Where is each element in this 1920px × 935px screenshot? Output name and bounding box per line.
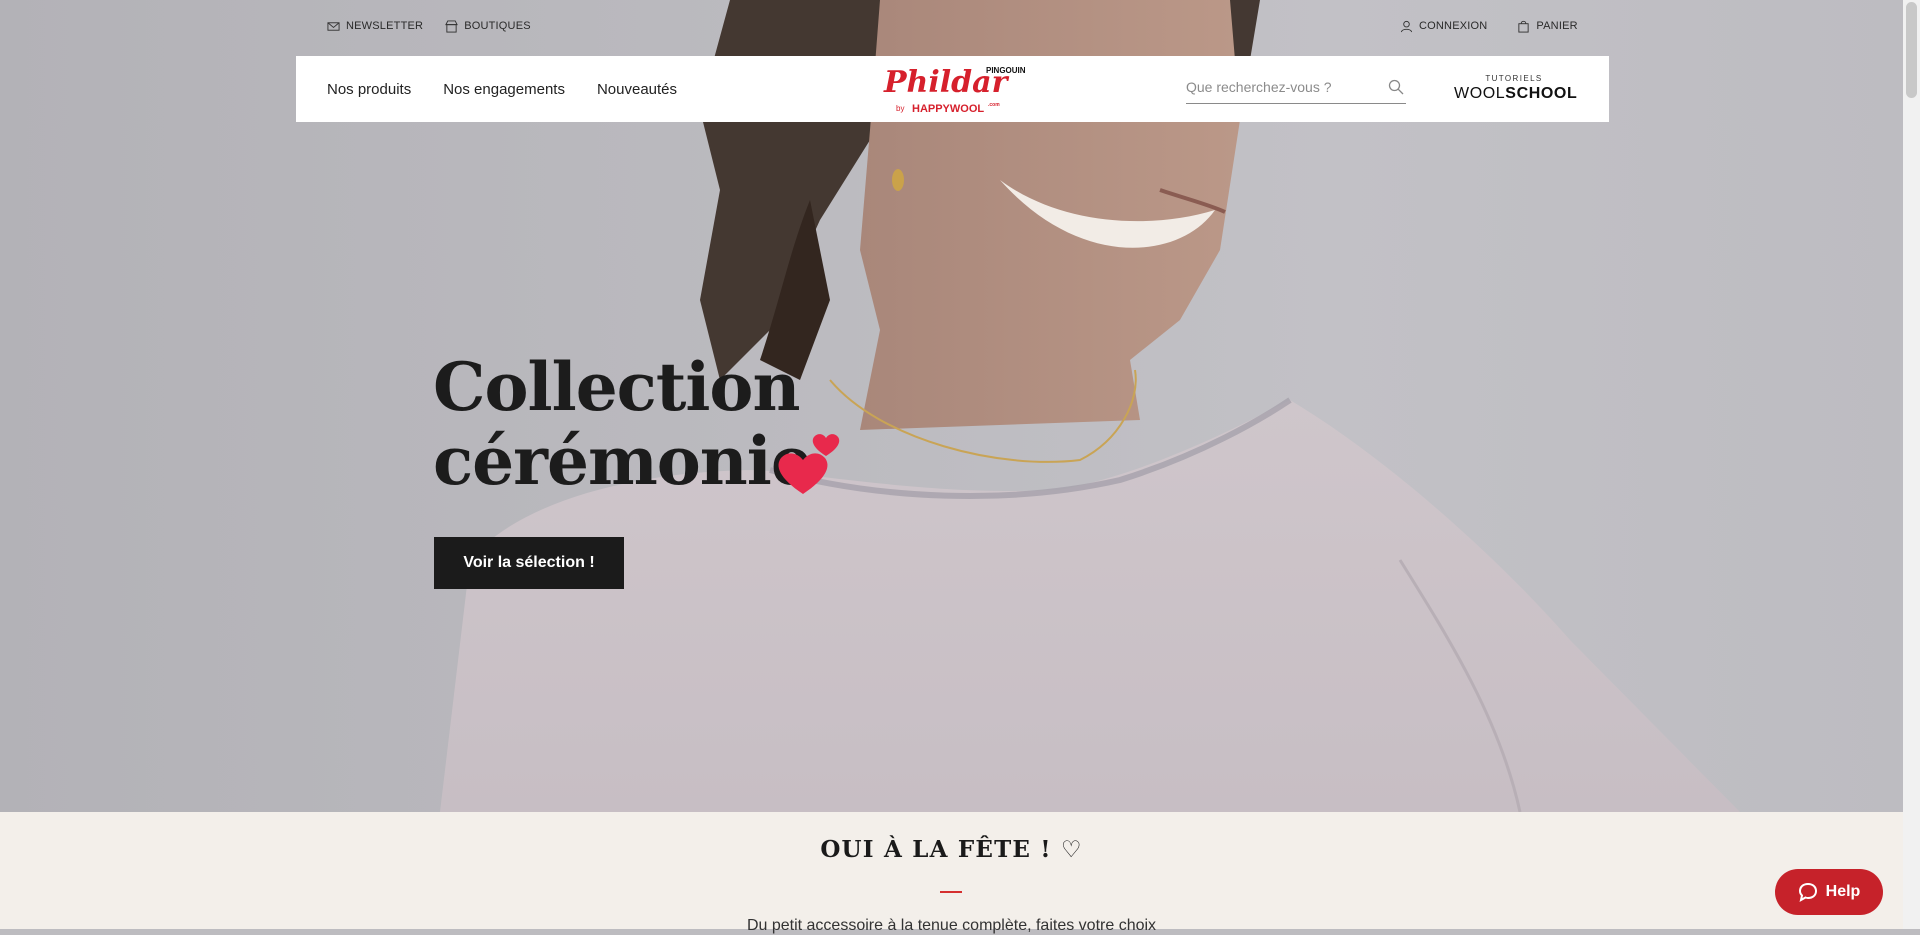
help-button[interactable]: Help: [1775, 869, 1883, 915]
woolschool-caption: TUTORIELS: [1485, 74, 1543, 83]
connexion-label: CONNEXION: [1419, 20, 1488, 32]
woolschool-link[interactable]: TUTORIELS WOOLSCHOOL: [1454, 74, 1578, 103]
scrollbar-thumb[interactable]: [1906, 2, 1917, 98]
bag-icon: [1518, 20, 1530, 33]
boutiques-label: BOUTIQUES: [464, 20, 531, 32]
help-label: Help: [1825, 883, 1861, 900]
voir-selection-button[interactable]: Voir la sélection !: [434, 537, 624, 589]
nav-item-produits[interactable]: Nos produits: [327, 81, 411, 98]
boutiques-link[interactable]: BOUTIQUES: [445, 19, 531, 33]
section-divider: [940, 891, 962, 893]
newsletter-link[interactable]: NEWSLETTER: [327, 20, 423, 33]
section-title: OUI À LA FÊTE ! ♡: [820, 836, 1083, 863]
hero-title-line1: Collection: [433, 348, 800, 426]
search-box[interactable]: [1186, 73, 1406, 104]
nav-item-engagements[interactable]: Nos engagements: [443, 81, 565, 98]
chat-bubble-icon: [1798, 882, 1817, 902]
logo-pingouin-text: PINGOUIN: [986, 66, 1026, 75]
brand-logo[interactable]: Phildar by HAPPYWOOL .com PINGOUIN: [882, 62, 1032, 118]
connexion-link[interactable]: CONNEXION: [1400, 20, 1487, 33]
logo-partner-text: HAPPYWOOL: [912, 103, 984, 115]
utility-bar-right: CONNEXION PANIER: [1400, 16, 1578, 36]
user-icon: [1400, 20, 1413, 32]
main-navbar: Nos produits Nos engagements Nouveautés …: [296, 56, 1609, 122]
utility-bar-left: NEWSLETTER BOUTIQUES: [327, 16, 531, 36]
section-text: Du petit accessoire à la tenue complète,…: [746, 917, 1157, 934]
nav-item-nouveautes[interactable]: Nouveautés: [597, 81, 677, 98]
panier-label: PANIER: [1536, 20, 1578, 32]
logo-partner-suffix: .com: [988, 102, 1000, 108]
scrollbar[interactable]: [1903, 0, 1920, 929]
search-icon[interactable]: [1388, 79, 1404, 95]
woolschool-logo: WOOLSCHOOL: [1454, 85, 1578, 103]
hero-title-line2: cérémonie: [433, 422, 813, 500]
hearts-icon: [778, 434, 840, 494]
store-icon: [445, 19, 459, 33]
woolschool-bold: SCHOOL: [1505, 85, 1578, 102]
hero-title: Collection cérémonie: [433, 348, 813, 500]
logo-by-text: by: [896, 104, 904, 113]
newsletter-label: NEWSLETTER: [346, 20, 424, 32]
pingouin-logo: PINGOUIN: [986, 66, 1026, 75]
nav-links: Nos produits Nos engagements Nouveautés: [327, 56, 677, 122]
panier-link[interactable]: PANIER: [1517, 20, 1578, 33]
woolschool-light: WOOL: [1454, 85, 1506, 102]
mail-icon: [327, 21, 340, 31]
search-input[interactable]: [1186, 73, 1376, 101]
content-section: [0, 812, 1903, 929]
